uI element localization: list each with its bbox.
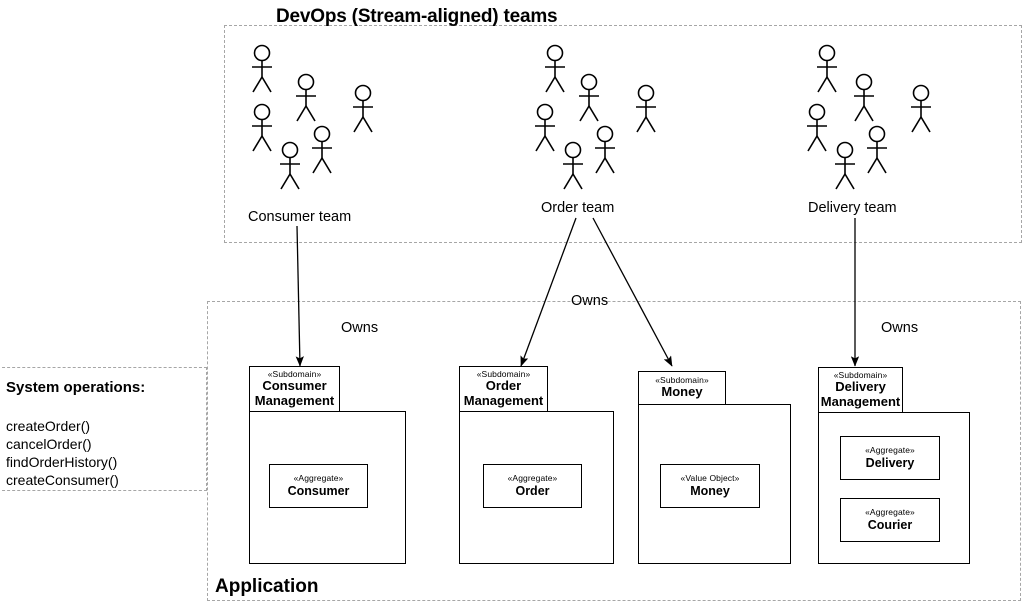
- stick-figure-icon: [835, 141, 855, 190]
- package-tab: «Subdomain» Order Management: [459, 366, 548, 412]
- class-stereotype: «Aggregate»: [293, 473, 344, 484]
- stick-figure-icon: [854, 73, 874, 122]
- team-label-delivery: Delivery team: [808, 200, 897, 216]
- package-name-line2: Management: [463, 392, 544, 408]
- class-box-courier[interactable]: «Aggregate» Courier: [840, 498, 940, 542]
- system-operation-item: findOrderHistory(): [6, 454, 118, 470]
- class-name: Order: [515, 483, 550, 498]
- owns-label: Owns: [571, 293, 609, 309]
- package-tab: «Subdomain» Delivery Management: [818, 367, 903, 413]
- stick-figure-icon: [563, 141, 583, 190]
- system-operations-title: System operations:: [6, 379, 146, 396]
- system-operation-item: cancelOrder(): [6, 436, 92, 452]
- stick-figure-icon: [296, 73, 316, 122]
- class-box-money[interactable]: «Value Object» Money: [660, 464, 760, 508]
- class-box-order[interactable]: «Aggregate» Order: [483, 464, 582, 508]
- class-name: Money: [690, 483, 730, 498]
- class-box-consumer[interactable]: «Aggregate» Consumer: [269, 464, 368, 508]
- package-name-line1: Order: [485, 378, 522, 394]
- system-operation-item: createConsumer(): [6, 472, 119, 488]
- package-name-line2: Management: [254, 392, 335, 408]
- class-stereotype: «Aggregate»: [507, 473, 558, 484]
- stick-figure-icon: [579, 73, 599, 122]
- package-tab: «Subdomain» Money: [638, 371, 726, 405]
- stick-figure-icon: [911, 84, 931, 133]
- team-label-consumer: Consumer team: [248, 209, 352, 225]
- team-label-order: Order team: [541, 200, 615, 216]
- stick-figure-icon: [252, 44, 272, 93]
- stick-figure-icon: [545, 44, 565, 93]
- package-name-line1: Consumer: [262, 378, 327, 394]
- class-stereotype: «Aggregate»: [865, 445, 915, 456]
- class-name: Delivery: [865, 455, 915, 470]
- owns-label: Owns: [341, 320, 379, 336]
- page-title: DevOps (Stream-aligned) teams: [276, 6, 558, 27]
- stick-figure-icon: [817, 44, 837, 93]
- class-stereotype: «Aggregate»: [865, 507, 915, 518]
- stick-figure-icon: [353, 84, 373, 133]
- class-box-delivery[interactable]: «Aggregate» Delivery: [840, 436, 940, 480]
- package-name-line1: Delivery: [835, 379, 886, 395]
- class-stereotype: «Value Object»: [680, 473, 740, 484]
- owns-label: Owns: [881, 320, 919, 336]
- application-title: Application: [215, 576, 319, 597]
- stick-figure-icon: [280, 141, 300, 190]
- package-name-line2: Management: [820, 393, 901, 409]
- stick-figure-icon: [636, 84, 656, 133]
- class-name: Courier: [867, 517, 913, 532]
- package-tab: «Subdomain» Consumer Management: [249, 366, 340, 412]
- diagram-canvas: DevOps (Stream-aligned) teams Applicatio…: [0, 0, 1026, 607]
- package-name-line1: Money: [661, 384, 703, 400]
- system-operation-item: createOrder(): [6, 418, 91, 434]
- class-name: Consumer: [287, 483, 350, 498]
